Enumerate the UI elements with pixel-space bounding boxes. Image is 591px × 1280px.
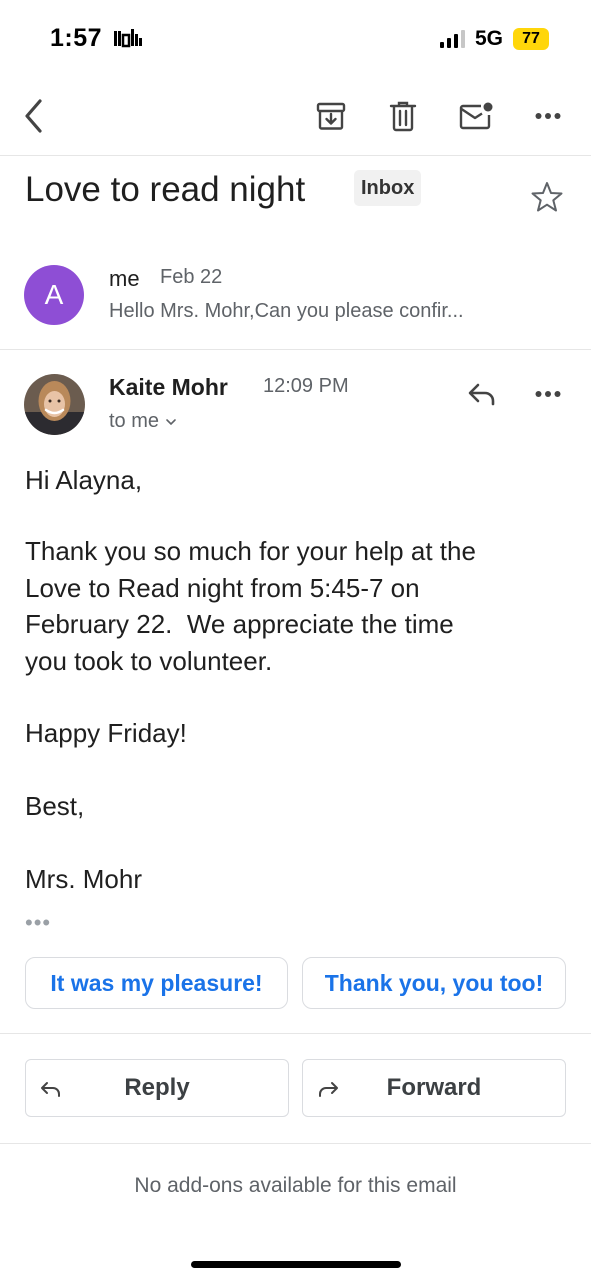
message-line: Love to Read night from 5:45-7 on	[25, 572, 420, 603]
message-line: February 22. We appreciate the time	[25, 609, 454, 639]
message-paragraph: Thank you so much for your help at the L…	[25, 533, 570, 679]
mail-unread-icon	[459, 102, 493, 130]
collapsed-snippet: Hello Mrs. Mohr,Can you please confir...	[109, 300, 464, 322]
battery-icon: 77	[513, 28, 549, 50]
archive-button[interactable]	[307, 92, 355, 140]
collapsed-sender: me	[109, 266, 140, 291]
reply-icon	[40, 1078, 62, 1106]
smart-reply-chip[interactable]: It was my pleasure!	[25, 957, 288, 1009]
back-button[interactable]	[10, 92, 58, 140]
recipients-toggle[interactable]: to me	[109, 410, 177, 433]
more-horizontal-icon	[535, 391, 561, 397]
network-type: 5G	[474, 27, 503, 50]
mark-unread-button[interactable]	[452, 92, 500, 140]
quick-reply-button[interactable]	[458, 374, 506, 414]
back-arrow-icon	[25, 99, 42, 133]
reply-button[interactable]: Reply	[25, 1059, 289, 1117]
delete-button[interactable]	[379, 92, 427, 140]
message-sender: Kaite Mohr	[109, 374, 228, 400]
email-toolbar	[0, 80, 591, 156]
addons-notice: No add-ons available for this email	[134, 1174, 457, 1197]
forward-label: Forward	[386, 1074, 482, 1101]
star-button[interactable]	[530, 180, 564, 219]
more-options-button[interactable]	[524, 92, 572, 140]
message-more-button[interactable]	[524, 374, 572, 414]
message-signature: Mrs. Mohr	[25, 864, 142, 894]
message-greeting: Hi Alayna,	[25, 465, 143, 495]
star-icon	[531, 182, 563, 212]
recipients-label: to me	[109, 410, 160, 432]
home-indicator[interactable]	[191, 1261, 401, 1268]
message-line: you took to volunteer.	[25, 645, 273, 676]
show-trimmed-content[interactable]: •••	[25, 910, 51, 936]
reply-icon	[468, 383, 495, 406]
cell-signal-icon	[439, 30, 465, 48]
forward-icon	[317, 1078, 339, 1106]
archive-icon	[316, 102, 346, 130]
avatar-initial: A	[44, 279, 64, 310]
divider	[0, 1033, 591, 1034]
subject-row: Love to read night Inbox	[0, 156, 591, 248]
message-closing: Best,	[25, 791, 85, 821]
message-time: 12:09 PM	[263, 375, 349, 397]
more-horizontal-icon	[535, 113, 561, 119]
trash-icon	[389, 101, 417, 132]
divider	[0, 1143, 591, 1144]
battery-level: 77	[522, 30, 540, 47]
forward-button[interactable]: Forward	[302, 1059, 566, 1117]
inbox-label-chip[interactable]: Inbox	[354, 170, 422, 206]
message-paragraph: Happy Friday!	[25, 718, 187, 748]
reply-label: Reply	[124, 1074, 190, 1101]
avatar: A	[24, 265, 84, 325]
message-line: Thank you so much for your help at the	[25, 536, 476, 566]
sender-avatar[interactable]	[24, 374, 85, 435]
email-subject: Love to read night	[25, 170, 306, 209]
smart-reply-chip[interactable]: Thank you, you too!	[302, 957, 566, 1009]
sender-photo-icon	[24, 374, 85, 435]
activity-icon	[114, 28, 142, 53]
status-bar: 1:57 5G 77	[0, 0, 591, 80]
status-time: 1:57	[50, 24, 103, 52]
message-header: Kaite Mohr 12:09 PM to me	[0, 350, 591, 450]
chevron-down-icon	[166, 418, 176, 425]
collapsed-date: Feb 22	[160, 266, 223, 288]
status-indicators: 5G 77	[439, 26, 549, 52]
collapsed-message[interactable]: A me Feb 22 Hello Mrs. Mohr,Can you plea…	[0, 248, 591, 350]
